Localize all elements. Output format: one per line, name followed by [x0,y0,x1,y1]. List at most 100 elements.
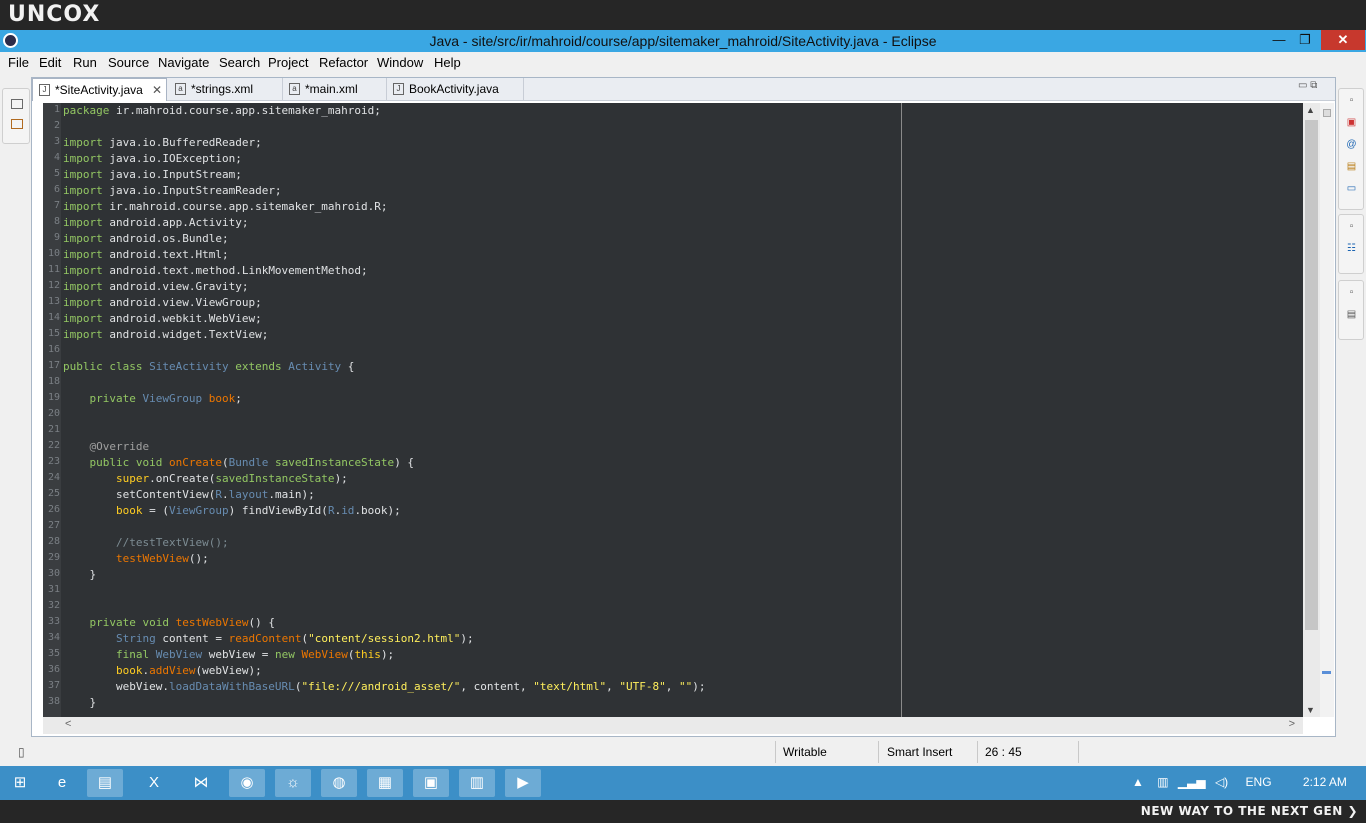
tab-label: *strings.xml [191,82,254,96]
menu-file[interactable]: File [8,55,29,70]
volume-icon[interactable]: ◁) [1215,775,1228,789]
menu-search[interactable]: Search [219,55,260,70]
internet-explorer-icon[interactable]: e [44,769,80,797]
code-line: import java.io.IOException; [63,152,242,165]
restore-icon[interactable]: ▫ [1345,95,1358,107]
line-number: 15 [47,328,60,339]
line-number: 38 [47,696,60,707]
tab-main-xml[interactable]: a *main.xml [283,78,387,101]
task-list-icon[interactable]: ▤ [1345,309,1358,321]
remote-desktop-icon[interactable]: ▣ [413,769,449,797]
signal-icon[interactable]: ▁▃▅ [1178,775,1206,789]
code-line: testWebView(); [115,552,209,565]
package-explorer-icon[interactable] [11,119,23,129]
minimize-maximize-controls[interactable]: ▭ ⧉ [1298,80,1317,91]
system-tray: ▲ ▥ ▁▃▅ ◁) ENG 2:12 AM [1132,775,1347,789]
line-number: 35 [47,648,60,659]
visual-studio-icon[interactable]: ⋈ [183,769,219,797]
code-line: import java.io.InputStreamReader; [63,184,282,197]
scroll-left-icon[interactable]: < [65,718,71,730]
slogan-text: NEW WAY TO THE NEXT GEN ❯ [1140,804,1358,818]
code-editor[interactable]: 1 2 3 4 5 6 7 8 9 10 11 12 13 14 15 16 17 18 19 20 21 22 23 24 2… [43,103,1303,717]
line-number: 36 [47,664,60,675]
menu-navigate[interactable]: Navigate [158,55,209,70]
menu-help[interactable]: Help [434,55,461,70]
code-line: public class SiteActivity extends Activi… [63,360,355,373]
file-explorer-icon[interactable]: ▤ [87,769,123,797]
print-margin-line [901,103,902,717]
media-player-icon[interactable]: ▶ [505,769,541,797]
tab-label: *main.xml [305,82,358,96]
horizontal-scrollbar[interactable]: < > [43,717,1303,734]
excel-icon[interactable]: X [136,769,172,797]
menu-edit[interactable]: Edit [39,55,61,70]
close-button[interactable]: ✕ [1321,30,1365,50]
network-icon[interactable]: ▥ [1157,775,1168,789]
notepad-icon[interactable]: ▦ [367,769,403,797]
fast-view-icon[interactable]: ▯ [18,745,25,759]
line-number: 26 [47,504,60,515]
code-line: import android.text.Html; [63,248,229,261]
code-line: } [63,696,97,709]
code-line: import android.view.Gravity; [63,280,249,293]
tab-strings-xml[interactable]: a *strings.xml [169,78,283,101]
declaration-view-icon[interactable]: ▤ [1345,161,1358,173]
line-number: 17 [47,360,60,371]
windows-taskbar: ⊞ e ▤ X ⋈ ◉ ☼ ◍ ▦ ▣ ▥ ▶ ▲ ▥ ▁▃▅ ◁) ENG 2… [0,766,1366,800]
code-line: //testTextView(); [115,536,229,549]
status-separator [775,741,776,763]
tab-label: BookActivity.java [409,82,499,96]
maximize-button[interactable]: ❐ [1294,30,1316,50]
problems-view-icon[interactable]: ▣ [1345,117,1358,129]
tab-bookactivity-java[interactable]: J BookActivity.java [387,78,524,101]
minimize-button[interactable]: — [1268,30,1290,50]
line-number: 14 [47,312,60,323]
winrar-icon[interactable]: ▥ [459,769,495,797]
line-number: 29 [47,552,60,563]
code-line: super.onCreate(savedInstanceState); [115,472,348,485]
right-trim-group: ▫ ▣ @ ▤ ▭ [1338,88,1364,210]
menu-refactor[interactable]: Refactor [319,55,368,70]
outline-view-icon[interactable]: ☷ [1345,243,1358,255]
line-number: 16 [47,344,60,355]
tray-overflow-icon[interactable]: ▲ [1132,775,1144,789]
menu-window[interactable]: Window [377,55,423,70]
restore-icon[interactable]: ▫ [1345,287,1358,299]
start-button[interactable]: ⊞ [2,769,38,797]
menu-project[interactable]: Project [268,55,308,70]
editor-tab-bar: J *SiteActivity.java ✕ a *strings.xml a … [32,78,1335,101]
menu-source[interactable]: Source [108,55,149,70]
console-view-icon[interactable]: ▭ [1345,183,1358,195]
line-number: 19 [47,392,60,403]
tab-siteactivity-java[interactable]: J *SiteActivity.java ✕ [32,78,167,101]
java-file-icon: J [393,83,404,95]
line-number: 33 [47,616,60,627]
restore-icon[interactable]: ▫ [1345,221,1358,233]
line-number: 27 [47,520,60,531]
code-line: import android.webkit.WebView; [63,312,262,325]
restore-icon[interactable] [11,99,23,109]
javadoc-view-icon[interactable]: @ [1345,139,1358,151]
firefox-icon[interactable]: ◉ [229,769,265,797]
xml-file-icon: a [289,83,300,95]
vertical-scroll-thumb[interactable] [1305,120,1318,630]
language-indicator[interactable]: ENG [1246,775,1272,789]
scroll-up-icon[interactable]: ▲ [1306,105,1315,115]
overview-ruler[interactable] [1320,103,1334,717]
line-number: 32 [47,600,60,611]
line-number: 31 [47,584,60,595]
eclipse-icon[interactable]: ☼ [275,769,311,797]
menu-run[interactable]: Run [73,55,97,70]
search-marker[interactable] [1322,671,1331,674]
line-number: 12 [47,280,60,291]
code-line: book = (ViewGroup) findViewById(R.id.boo… [115,504,401,517]
clock[interactable]: 2:12 AM [1303,775,1347,789]
globe-app-icon[interactable]: ◍ [321,769,357,797]
scroll-down-icon[interactable]: ▼ [1306,705,1315,715]
window-title: Java - site/src/ir/mahroid/course/app/si… [429,33,937,49]
close-tab-icon[interactable]: ✕ [152,79,162,101]
code-line: import java.io.BufferedReader; [63,136,262,149]
status-separator [977,741,978,763]
line-number: 22 [47,440,60,451]
scroll-right-icon[interactable]: > [1289,718,1295,730]
